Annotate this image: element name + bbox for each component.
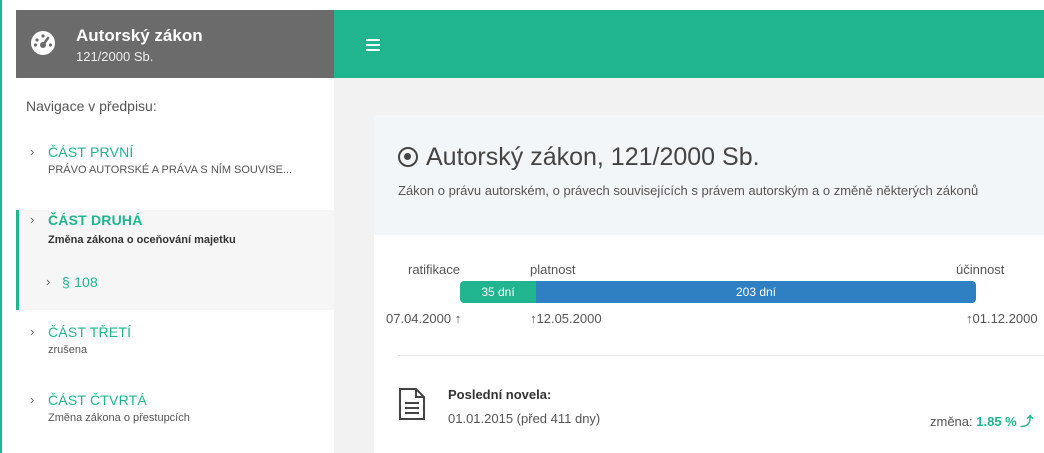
sidebar-item-subtitle: PRÁVO AUTORSKÉ A PRÁVA S NÍM SOUVISE... [48,164,293,176]
date-text: 12.05.2000 [536,311,602,326]
law-description: Zákon o právu autorském, o právech souvi… [398,183,979,198]
brand-header[interactable]: Autorský zákon 121/2000 Sb. [16,10,334,78]
chevron-right-icon: › [30,392,35,407]
sidebar-heading: Navigace v předpisu: [26,98,157,114]
date-text: 07.04.2000 [386,311,452,326]
sidebar-item-subtitle: Změna zákona o přestupcích [48,412,190,424]
timeline-label-platnost: platnost [530,262,576,277]
timeline-date-platnost: ↑12.05.2000 [530,311,602,326]
document-icon [399,388,425,420]
top-bar [334,10,1044,78]
law-card: Autorský zákon, 121/2000 Sb. Zákon o prá… [374,115,1044,453]
app-subtitle: 121/2000 Sb. [76,49,154,64]
chevron-right-icon: › [46,274,51,289]
timeline-label-ucinnost: účinnost [956,262,1005,277]
sidebar-item-title: ČÁST TŘETÍ [48,324,132,340]
chevron-right-icon: › [30,324,35,339]
change-label: změna: [930,414,973,429]
sidebar-item-cast-prvni[interactable]: › ČÁST PRVNÍ PRÁVO AUTORSKÉ A PRÁVA S NÍ… [16,144,334,184]
app-root: Autorský zákon 121/2000 Sb. Navigace v p… [0,0,1044,453]
page-title: Autorský zákon, 121/2000 Sb. [398,143,760,172]
sidebar-item-title: ČÁST PRVNÍ [48,144,134,160]
app-title: Autorský zákon [76,26,203,45]
sidebar-item-cast-ctvrta[interactable]: › ČÁST ČTVRTÁ Změna zákona o přestupcích [16,392,334,432]
sidebar-item-subtitle: zrušena [48,344,88,356]
main-content: Autorský zákon, 121/2000 Sb. Zákon o prá… [334,78,1044,453]
chevron-right-icon: › [30,212,35,227]
sidebar-item-title: § 108 [62,274,99,290]
timeline-label-ratifikace: ratifikace [408,262,461,277]
chevron-right-icon: › [30,144,35,159]
change-indicator: změna: 1.85 % ⤴ [930,411,1033,430]
card-header: Autorský zákon, 121/2000 Sb. Zákon o prá… [374,115,1044,235]
edge-accent-line [0,0,2,453]
sidebar: Navigace v předpisu: › ČÁST PRVNÍ PRÁVO … [16,78,334,453]
arrow-up-icon: ↑ [454,311,462,326]
dashboard-gauge-icon [31,31,55,55]
last-amendment-date: 01.01.2015 (před 411 dny) [448,411,601,426]
sidebar-item-cast-treti[interactable]: › ČÁST TŘETÍ zrušena [16,324,334,364]
date-text: 01.12.2000 [972,311,1038,326]
divider [398,355,1044,356]
sidebar-item-title: ČÁST ČTVRTÁ [48,392,147,408]
sidebar-item-subtitle: Změna zákona o oceňování majetku [48,234,236,246]
last-amendment-label: Poslední novela: [448,387,552,402]
target-icon [398,147,418,167]
page-title-text: Autorský zákon, 121/2000 Sb. [426,143,760,171]
change-value: 1.85 % [976,414,1017,429]
timeline-date-ratifikace: 07.04.2000 ↑ [386,311,461,326]
hamburger-icon[interactable] [366,39,380,51]
sidebar-item-paragraph-108[interactable]: › § 108 [16,274,334,296]
left-edge [0,0,16,453]
sidebar-item-title: ČÁST DRUHÁ [48,212,143,228]
timeline-bar-ratifikace-platnost: 35 dní [460,281,536,303]
timeline-date-ucinnost: ↑01.12.2000 [966,311,1038,326]
timeline-bar-platnost-ucinnost: 203 dní [536,281,976,303]
sidebar-active-group: › ČÁST DRUHÁ Změna zákona o oceňování ma… [16,210,334,310]
trend-up-icon: ⤴ [1020,414,1034,429]
